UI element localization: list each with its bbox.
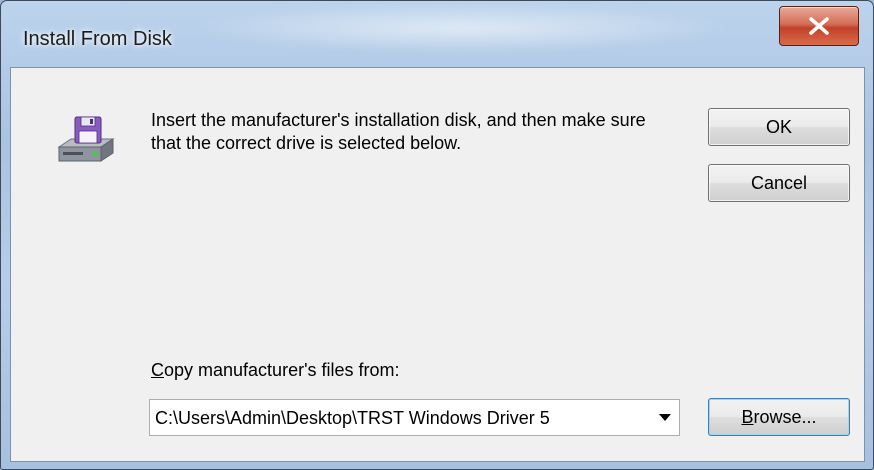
source-path-value[interactable]: C:\Users\Admin\Desktop\TRST Windows Driv…: [155, 408, 645, 429]
copy-label-text: opy manufacturer's files from:: [164, 360, 400, 380]
dialog-window: Install From Disk Insert the manufacture…: [0, 0, 874, 470]
window-title: Install From Disk: [23, 28, 172, 50]
ok-button[interactable]: OK: [708, 108, 850, 146]
browse-button[interactable]: Browse...: [708, 398, 850, 436]
instructions-text: Insert the manufacturer's installation d…: [151, 110, 646, 153]
cancel-button[interactable]: Cancel: [708, 164, 850, 202]
browse-label-text: rowse...: [753, 407, 817, 427]
browse-label-accelerator: B: [741, 407, 754, 427]
dropdown-arrow-icon[interactable]: [659, 414, 671, 421]
dialog-client-area: Insert the manufacturer's installation d…: [10, 67, 865, 462]
copy-files-label: Copy manufacturer's files from:: [151, 360, 400, 381]
source-path-combobox[interactable]: C:\Users\Admin\Desktop\TRST Windows Driv…: [149, 399, 680, 436]
close-button[interactable]: [779, 6, 859, 46]
close-icon: [809, 17, 829, 35]
copy-label-accelerator: C: [151, 360, 164, 380]
install-disk-icon: [57, 116, 115, 162]
titlebar-glass: [181, 3, 741, 53]
